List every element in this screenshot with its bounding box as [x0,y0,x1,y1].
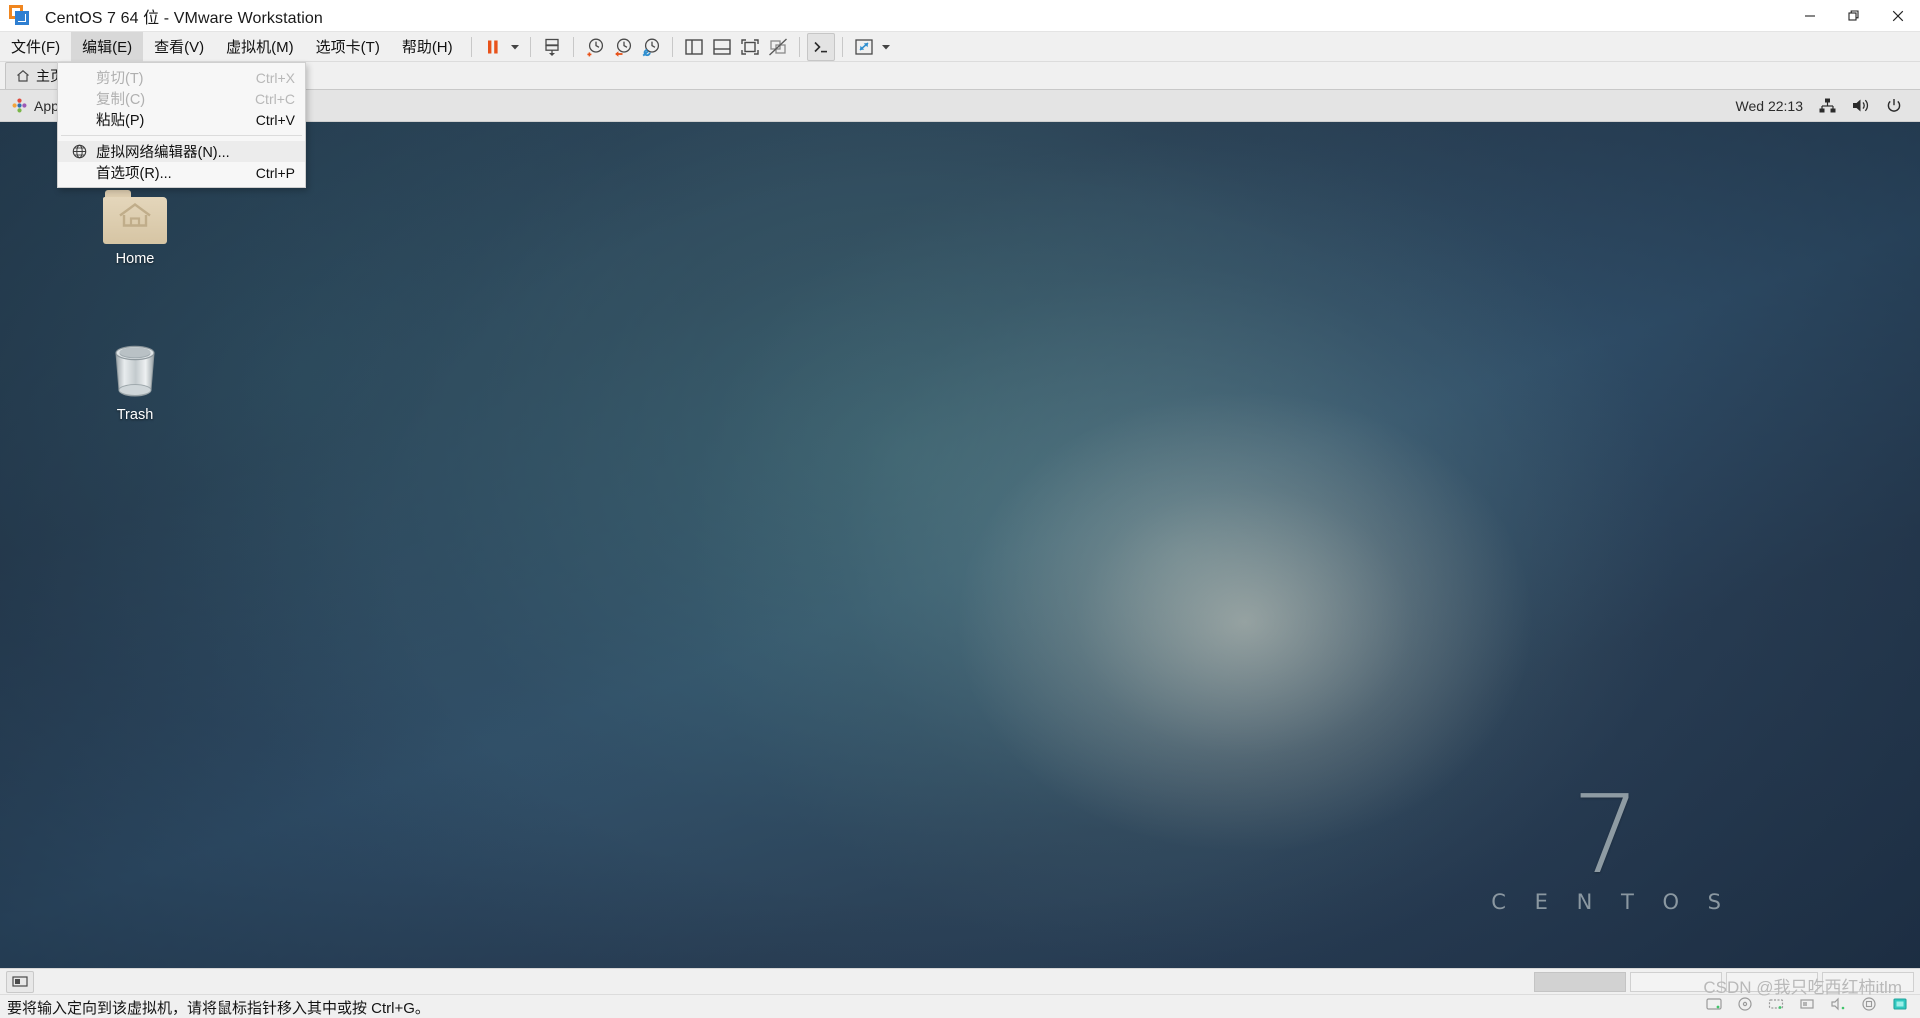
console-view-button[interactable] [806,32,835,61]
trash-icon [107,340,163,400]
menu-item-copy-accel: Ctrl+C [254,90,295,107]
vmware-workstation-window: CentOS 7 64 位 - VMware Workstation 文件(F)… [0,0,1920,1018]
power-dropdown-button[interactable] [507,42,523,52]
window-title: CentOS 7 64 位 - VMware Workstation [45,9,323,27]
show-sidebar-button[interactable] [680,33,708,61]
edit-dropdown-menu: 剪切(T) Ctrl+X 复制(C) Ctrl+C 粘贴(P) Ctrl+V 虚… [57,62,306,188]
sound-card-icon[interactable] [1830,997,1846,1016]
toolbar-separator [798,36,800,57]
menu-file-label: 文件(F) [11,39,61,56]
menu-item-paste-accel: Ctrl+V [255,111,295,128]
menu-item-virtual-network-editor-label: 虚拟网络编辑器(N)... [96,145,230,161]
status-message: 要将输入定向到该虚拟机，请将鼠标指针移入其中或按 Ctrl+G。 [7,1000,430,1017]
minimize-button[interactable] [1788,0,1832,32]
guest-clock[interactable]: Wed 22:13 [1736,98,1803,114]
menu-item-paste[interactable]: 粘贴(P) Ctrl+V [58,109,305,130]
stretch-dropdown-button[interactable] [878,42,894,52]
unity-mode-button[interactable] [764,33,792,61]
status-device-icons [1706,997,1908,1016]
menu-view[interactable]: 查看(V) [143,32,215,62]
power-pause-button[interactable] [479,33,507,61]
menu-file[interactable]: 文件(F) [0,32,71,62]
menu-edit[interactable]: 编辑(E) [71,31,144,62]
network-icon[interactable] [1819,98,1836,113]
desktop-icon-trash-label: Trash [116,407,154,423]
menu-help-label: 帮助(H) [401,39,453,56]
menu-item-paste-label: 粘贴(P) [96,113,145,129]
menu-bar: 文件(F) 编辑(E) 查看(V) 虚拟机(M) 选项卡(T) 帮助(H) [0,31,1920,62]
toolbar-separator [529,36,531,57]
menu-separator [61,135,302,136]
menu-vm[interactable]: 虚拟机(M) [215,32,305,62]
network-adapter-icon[interactable] [1768,997,1784,1016]
menu-item-cut[interactable]: 剪切(T) Ctrl+X [58,67,305,88]
menu-item-copy-label: 复制(C) [96,92,146,108]
display-icon[interactable] [1892,997,1908,1016]
vm-viewport[interactable]: Applications Wed 22:13 [0,90,1920,968]
usb-icon[interactable] [1799,997,1815,1016]
manage-snapshot-button[interactable] [538,33,566,61]
menu-item-cut-label: 剪切(T) [96,71,144,87]
home-folder-icon [103,190,167,244]
globe-icon [71,144,87,160]
power-icon[interactable] [1886,98,1902,114]
centos-brand-mark: 7 C E N T O S [1480,773,1732,914]
snapshot-manager-button[interactable] [637,33,665,61]
toolbar-separator [671,36,673,57]
toolbar-separator [470,36,472,57]
window-controls [1788,0,1920,32]
centos-wordmark: C E N T O S [1491,890,1732,914]
usb-devices-icon[interactable] [6,970,34,993]
centos-version-number: 7 [1571,773,1641,899]
menu-edit-label: 编辑(E) [82,39,133,56]
status-grip[interactable] [1534,971,1626,992]
menu-item-preferences-accel: Ctrl+P [255,164,295,181]
menu-item-cut-accel: Ctrl+X [255,69,295,86]
take-snapshot-button[interactable] [581,33,609,61]
toolbar-separator [841,36,843,57]
applications-icon [12,98,27,113]
status-tool-row [0,969,1920,995]
revert-snapshot-button[interactable] [609,33,637,61]
restore-button[interactable] [1832,0,1876,32]
stretch-button[interactable] [850,33,878,61]
toolbar-separator [572,36,574,57]
volume-icon[interactable] [1852,98,1870,113]
desktop-icon-trash[interactable]: Trash [75,340,195,423]
menu-item-preferences-label: 首选项(R)... [96,166,172,182]
menu-item-preferences[interactable]: 首选项(R)... Ctrl+P [58,162,305,183]
desktop-icon-home-label: Home [115,251,155,267]
desktop-icon-home[interactable]: Home [75,190,195,267]
vmware-logo-icon [9,4,31,27]
status-grip[interactable] [1726,971,1818,992]
printer-icon[interactable] [1861,997,1877,1016]
title-bar: CentOS 7 64 位 - VMware Workstation [0,0,1920,32]
menu-tabs-label: 选项卡(T) [315,39,380,56]
status-bar: 要将输入定向到该虚拟机，请将鼠标指针移入其中或按 Ctrl+G。 CSDN @我… [0,968,1920,1018]
menu-help[interactable]: 帮助(H) [391,32,464,62]
fullscreen-button[interactable] [736,33,764,61]
menu-view-label: 查看(V) [154,39,205,56]
status-resize-grips [1534,971,1920,992]
show-bottom-panel-button[interactable] [708,33,736,61]
status-grip[interactable] [1630,971,1722,992]
status-grip[interactable] [1822,971,1914,992]
home-icon [16,69,30,83]
cd-dvd-icon[interactable] [1737,997,1753,1016]
hard-disk-icon[interactable] [1706,997,1722,1016]
menu-vm-label: 虚拟机(M) [226,39,294,56]
guest-panel-right: Wed 22:13 [1736,98,1920,114]
close-button[interactable] [1876,0,1920,32]
menu-item-copy[interactable]: 复制(C) Ctrl+C [58,88,305,109]
menu-item-virtual-network-editor[interactable]: 虚拟网络编辑器(N)... [58,141,305,162]
menu-tabs[interactable]: 选项卡(T) [305,32,391,62]
guest-desktop-wallpaper[interactable]: 7 C E N T O S Home Trash [0,122,1920,968]
